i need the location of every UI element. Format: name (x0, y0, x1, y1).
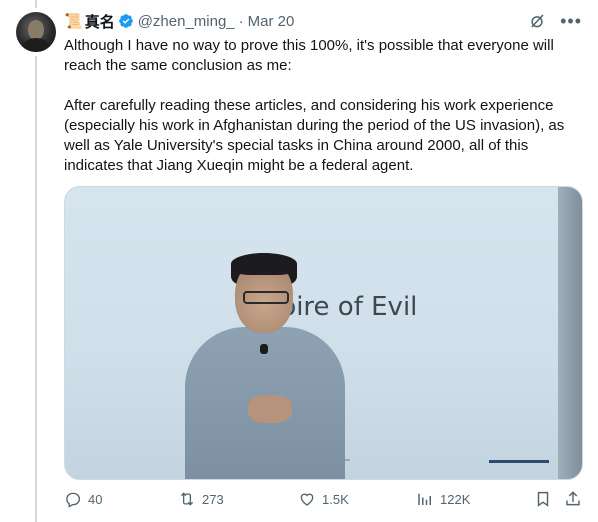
handle[interactable]: @zhen_ming_ (138, 13, 235, 30)
tweet-media[interactable]: E pire of Evil (64, 186, 583, 480)
display-name[interactable]: 真名 (85, 11, 115, 32)
verified-badge-icon (118, 14, 133, 28)
wall-edge (558, 187, 582, 479)
like-button[interactable]: 1.5K (298, 490, 349, 508)
lapel-mic (260, 344, 268, 354)
avatar-face (28, 20, 44, 40)
speaker-glasses (243, 291, 289, 304)
reply-count: 40 (88, 491, 103, 507)
timestamp[interactable]: Mar 20 (248, 13, 295, 30)
repost-count: 273 (202, 491, 224, 507)
share-icon (566, 491, 580, 506)
view-count: 122K (440, 491, 471, 507)
views-button[interactable]: 122K (416, 490, 470, 508)
header-actions: ••• (528, 12, 582, 30)
action-bar: 40 273 1.5K 122K (64, 486, 582, 512)
avatar-body (22, 38, 50, 52)
avatar[interactable] (16, 12, 56, 52)
speaker-hair-top (231, 253, 297, 275)
share-button[interactable] (564, 490, 582, 508)
bookmark-icon (537, 491, 549, 507)
bookmark-button[interactable] (534, 490, 552, 508)
tweet-header: 📜 真名 @zhen_ming_ · Mar 20 ••• (64, 10, 582, 32)
grok-icon[interactable] (528, 12, 546, 30)
like-icon (300, 493, 314, 506)
thread-line (35, 56, 37, 522)
scroll-emoji-icon: 📜 (64, 13, 83, 30)
tweet-text: Although I have no way to prove this 100… (64, 37, 565, 174)
reply-button[interactable]: 40 (64, 490, 102, 508)
reply-icon (66, 492, 81, 508)
speaker-hands (248, 395, 292, 423)
slide-accent-bar (489, 460, 549, 463)
like-count: 1.5K (322, 491, 349, 507)
separator-dot: · (238, 12, 244, 30)
repost-button[interactable]: 273 (178, 490, 224, 508)
more-icon[interactable]: ••• (560, 12, 582, 30)
retweet-icon (180, 492, 194, 506)
thread-line-top (35, 0, 37, 8)
views-icon (418, 493, 431, 505)
